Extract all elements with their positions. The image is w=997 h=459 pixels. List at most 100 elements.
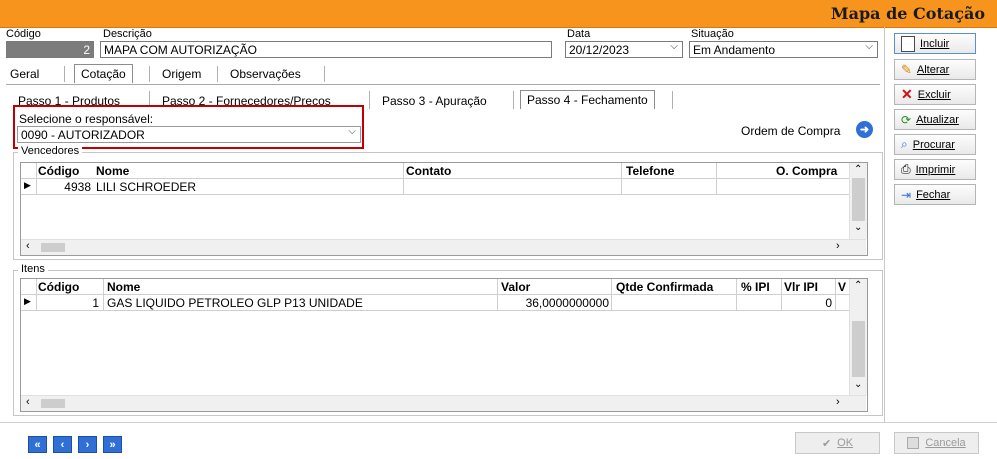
last-record-button[interactable]: »	[103, 436, 122, 453]
printer-icon: ⎙	[901, 162, 911, 176]
refresh-icon: ⟳	[901, 112, 912, 127]
col-contato[interactable]: Contato	[406, 164, 451, 178]
atualizar-label: Atualizar	[916, 113, 959, 126]
situacao-value: Em Andamento	[693, 43, 776, 57]
step-tab-apuracao[interactable]: Passo 3 - Apuração	[376, 92, 493, 110]
data-label: Data	[567, 28, 591, 40]
chevron-down-icon[interactable]: ⌵	[670, 42, 678, 52]
chevron-right-icon[interactable]: ›	[836, 240, 840, 252]
data-field[interactable]: 20/12/2023 ⌵	[565, 41, 683, 58]
chevron-down-icon[interactable]: ⌄	[854, 379, 862, 390]
table-row[interactable]: ▶ 1 GAS LIQUIDO PETROLEO GLP P13 UNIDADE…	[21, 295, 849, 310]
cell-nome: GAS LIQUIDO PETROLEO GLP P13 UNIDADE	[107, 296, 363, 310]
incluir-button[interactable]: Incluir	[894, 33, 976, 54]
double-chevron-left-icon: «	[34, 438, 41, 451]
cancela-button[interactable]: Cancela	[894, 432, 979, 454]
tab-divider	[217, 66, 218, 82]
arrow-right-circle-icon[interactable]: ➜	[856, 121, 873, 138]
chevron-right-icon[interactable]: ›	[836, 396, 840, 408]
next-record-button[interactable]: ›	[78, 436, 97, 453]
horizontal-scrollbar[interactable]: ‹ ›	[21, 395, 866, 411]
scroll-thumb[interactable]	[41, 399, 65, 408]
col-valor[interactable]: Valor	[501, 280, 530, 294]
check-icon: ✔	[821, 437, 832, 450]
horizontal-scrollbar[interactable]: ‹ ›	[21, 239, 866, 255]
descricao-field[interactable]: MAPA COM AUTORIZAÇÃO	[100, 41, 552, 58]
excluir-button[interactable]: ✕ Excluir	[894, 84, 976, 105]
tab-strip-line	[6, 84, 880, 85]
vertical-scrollbar[interactable]: ⌃ ⌄	[849, 163, 867, 239]
vertical-scrollbar[interactable]: ⌃ ⌄	[849, 279, 867, 395]
col-v[interactable]: V	[838, 280, 848, 294]
table-row[interactable]: ▶ 4938 LILI SCHROEDER	[21, 179, 849, 194]
alterar-button[interactable]: ✎ Alterar	[894, 59, 976, 80]
col-qtde-confirmada[interactable]: Qtde Confirmada	[616, 280, 713, 294]
ok-button[interactable]: ✔ OK	[795, 432, 880, 454]
col-ipi[interactable]: % IPI	[741, 280, 770, 294]
tab-observacoes[interactable]: Observações	[224, 65, 307, 83]
itens-title: Itens	[18, 263, 48, 275]
chevron-left-icon[interactable]: ‹	[26, 396, 30, 408]
scroll-thumb[interactable]	[41, 243, 65, 252]
col-vlr-ipi[interactable]: Vlr IPI	[784, 280, 818, 294]
cell-vlr-ipi: 0	[825, 296, 832, 310]
incluir-label: Incluir	[920, 37, 950, 50]
tab-geral[interactable]: Geral	[10, 65, 39, 83]
ordem-compra-link[interactable]: Ordem de Compra	[741, 124, 840, 138]
chevron-down-icon[interactable]: ⌵	[348, 127, 356, 137]
responsavel-select[interactable]: 0090 - AUTORIZADOR ⌵	[17, 126, 361, 143]
tab-divider	[149, 66, 150, 82]
vencedores-title: Vencedores	[18, 145, 83, 157]
col-ocompra[interactable]: O. Compra	[776, 164, 846, 178]
tab-divider	[324, 66, 325, 82]
itens-grid: Código Nome Valor Qtde Confirmada % IPI …	[20, 278, 868, 412]
row-pointer-icon: ▶	[24, 296, 31, 306]
cell-codigo: 4938	[64, 180, 91, 194]
procurar-label: Procurar	[912, 138, 955, 151]
cancel-icon	[907, 437, 920, 449]
descricao-label: Descrição	[103, 28, 152, 40]
col-telefone[interactable]: Telefone	[626, 164, 674, 178]
step-divider	[369, 91, 370, 109]
responsavel-value: 0090 - AUTORIZADOR	[21, 128, 145, 142]
col-codigo[interactable]: Código	[38, 280, 79, 294]
chevron-right-icon: ›	[85, 438, 90, 451]
scroll-thumb[interactable]	[852, 321, 865, 377]
tab-divider	[64, 66, 65, 82]
ok-label: OK	[837, 437, 854, 449]
chevron-down-icon[interactable]: ⌄	[854, 222, 862, 233]
imprimir-button[interactable]: ⎙ Imprimir	[894, 159, 976, 180]
double-chevron-right-icon: »	[109, 438, 116, 451]
codigo-field[interactable]: 2	[6, 41, 94, 58]
delete-x-icon: ✕	[901, 86, 913, 102]
vencedores-grid: Código Nome Contato Telefone O. Compra ▶…	[20, 162, 868, 256]
fechar-label: Fechar	[916, 188, 951, 201]
procurar-button[interactable]: ⌕ Procurar	[894, 134, 976, 155]
tab-cotacao[interactable]: Cotação	[74, 64, 133, 83]
situacao-select[interactable]: Em Andamento ⌵	[689, 41, 878, 58]
fechar-button[interactable]: ⇥ Fechar	[894, 184, 976, 205]
previous-record-button[interactable]: ‹	[53, 436, 72, 453]
atualizar-button[interactable]: ⟳ Atualizar	[894, 109, 976, 130]
new-document-icon	[901, 35, 915, 52]
scroll-thumb[interactable]	[852, 178, 865, 221]
chevron-down-icon[interactable]: ⌵	[865, 42, 873, 52]
step-divider	[513, 91, 514, 109]
responsavel-label: Selecione o responsável:	[19, 112, 154, 126]
chevron-up-icon[interactable]: ⌃	[854, 164, 862, 175]
first-record-button[interactable]: «	[28, 436, 47, 453]
window-title: Mapa de Cotação	[830, 4, 985, 23]
col-nome[interactable]: Nome	[107, 280, 140, 294]
tab-origem[interactable]: Origem	[156, 65, 207, 83]
chevron-up-icon[interactable]: ⌃	[854, 280, 862, 291]
row-pointer-icon: ▶	[24, 180, 31, 190]
col-codigo[interactable]: Código	[38, 164, 79, 178]
cell-nome: LILI SCHROEDER	[96, 180, 197, 194]
col-nome[interactable]: Nome	[96, 164, 129, 178]
alterar-label: Alterar	[916, 63, 950, 76]
step-tab-fechamento[interactable]: Passo 4 - Fechamento	[520, 90, 655, 109]
imprimir-label: Imprimir	[915, 163, 956, 176]
main-tabs: Geral Cotação Origem Observações	[0, 64, 330, 84]
situacao-label: Situação	[691, 28, 734, 40]
chevron-left-icon[interactable]: ‹	[26, 240, 30, 252]
